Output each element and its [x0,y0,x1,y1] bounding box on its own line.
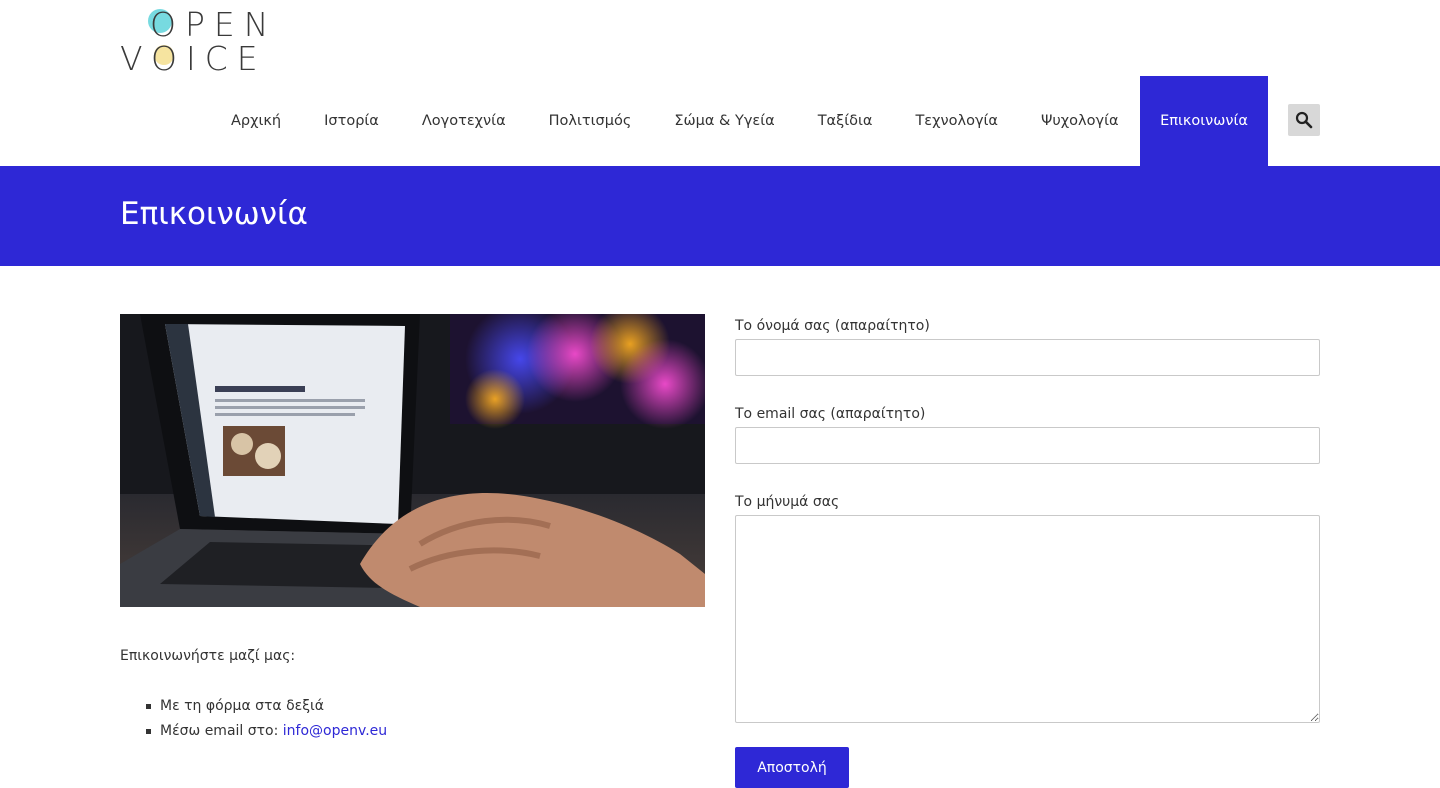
nav-item-home[interactable]: Αρχική [209,76,302,166]
logo-text-voice: VOICE [120,39,267,78]
list-item: Με τη φόρμα στα δεξιά [146,694,705,719]
main-content: Επικοινωνήστε μαζί μας: Με τη φόρμα στα … [0,266,1440,788]
page-title: Επικοινωνία [120,196,308,232]
nav-item-literature[interactable]: Λογοτεχνία [400,76,527,166]
nav-item-history[interactable]: Ιστορία [303,76,401,166]
message-textarea[interactable] [735,515,1320,723]
list-item-form: Με τη φόρμα στα δεξιά [160,698,325,714]
laptop-illustration [120,314,705,607]
nav-item-body-health[interactable]: Σώμα & Υγεία [653,76,796,166]
email-label: Το email σας (απαραίτητο) [735,406,926,422]
nav-item-travel[interactable]: Ταξίδια [796,76,894,166]
submit-button[interactable]: Αποστολή [735,747,849,788]
list-item: Μέσω email στο: info@openv.eu [146,719,705,744]
logo-text-open: OPEN [150,5,278,44]
main-nav: Αρχική Ιστορία Λογοτεχνία Πολιτισμός Σώμ… [209,76,1320,166]
name-field-group: Το όνομά σας (απαραίτητο) [735,318,1320,376]
contact-info-column: Επικοινωνήστε μαζί μας: Με τη φόρμα στα … [120,314,705,744]
email-link[interactable]: info@openv.eu [283,723,387,739]
name-label: Το όνομά σας (απαραίτητο) [735,318,930,334]
search-button[interactable] [1288,104,1320,136]
site-header: OPEN VOICE Αρχική Ιστορία Λογοτεχνία Πολ… [0,0,1440,166]
contact-form: Το όνομά σας (απαραίτητο) Το email σας (… [735,318,1320,788]
laptop-photo [120,314,705,607]
message-label: Το μήνυμά σας [735,494,840,510]
name-input[interactable] [735,339,1320,376]
email-field-group: Το email σας (απαραίτητο) [735,406,1320,464]
list-item-email-prefix: Μέσω email στο: [160,723,283,739]
nav-item-psychology[interactable]: Ψυχολογία [1020,76,1141,166]
contact-methods-list: Με τη φόρμα στα δεξιά Μέσω email στο: in… [120,694,705,744]
nav-item-technology[interactable]: Τεχνολογία [894,76,1020,166]
page-title-banner: Επικοινωνία [0,166,1440,266]
nav-item-contact[interactable]: Επικοινωνία [1140,76,1268,166]
nav-item-culture[interactable]: Πολιτισμός [527,76,653,166]
message-field-group: Το μήνυμά σας [735,494,1320,723]
contact-intro: Επικοινωνήστε μαζί μας: [120,648,296,664]
search-icon [1295,111,1313,129]
site-logo[interactable]: OPEN VOICE [120,8,268,75]
email-input[interactable] [735,427,1320,464]
